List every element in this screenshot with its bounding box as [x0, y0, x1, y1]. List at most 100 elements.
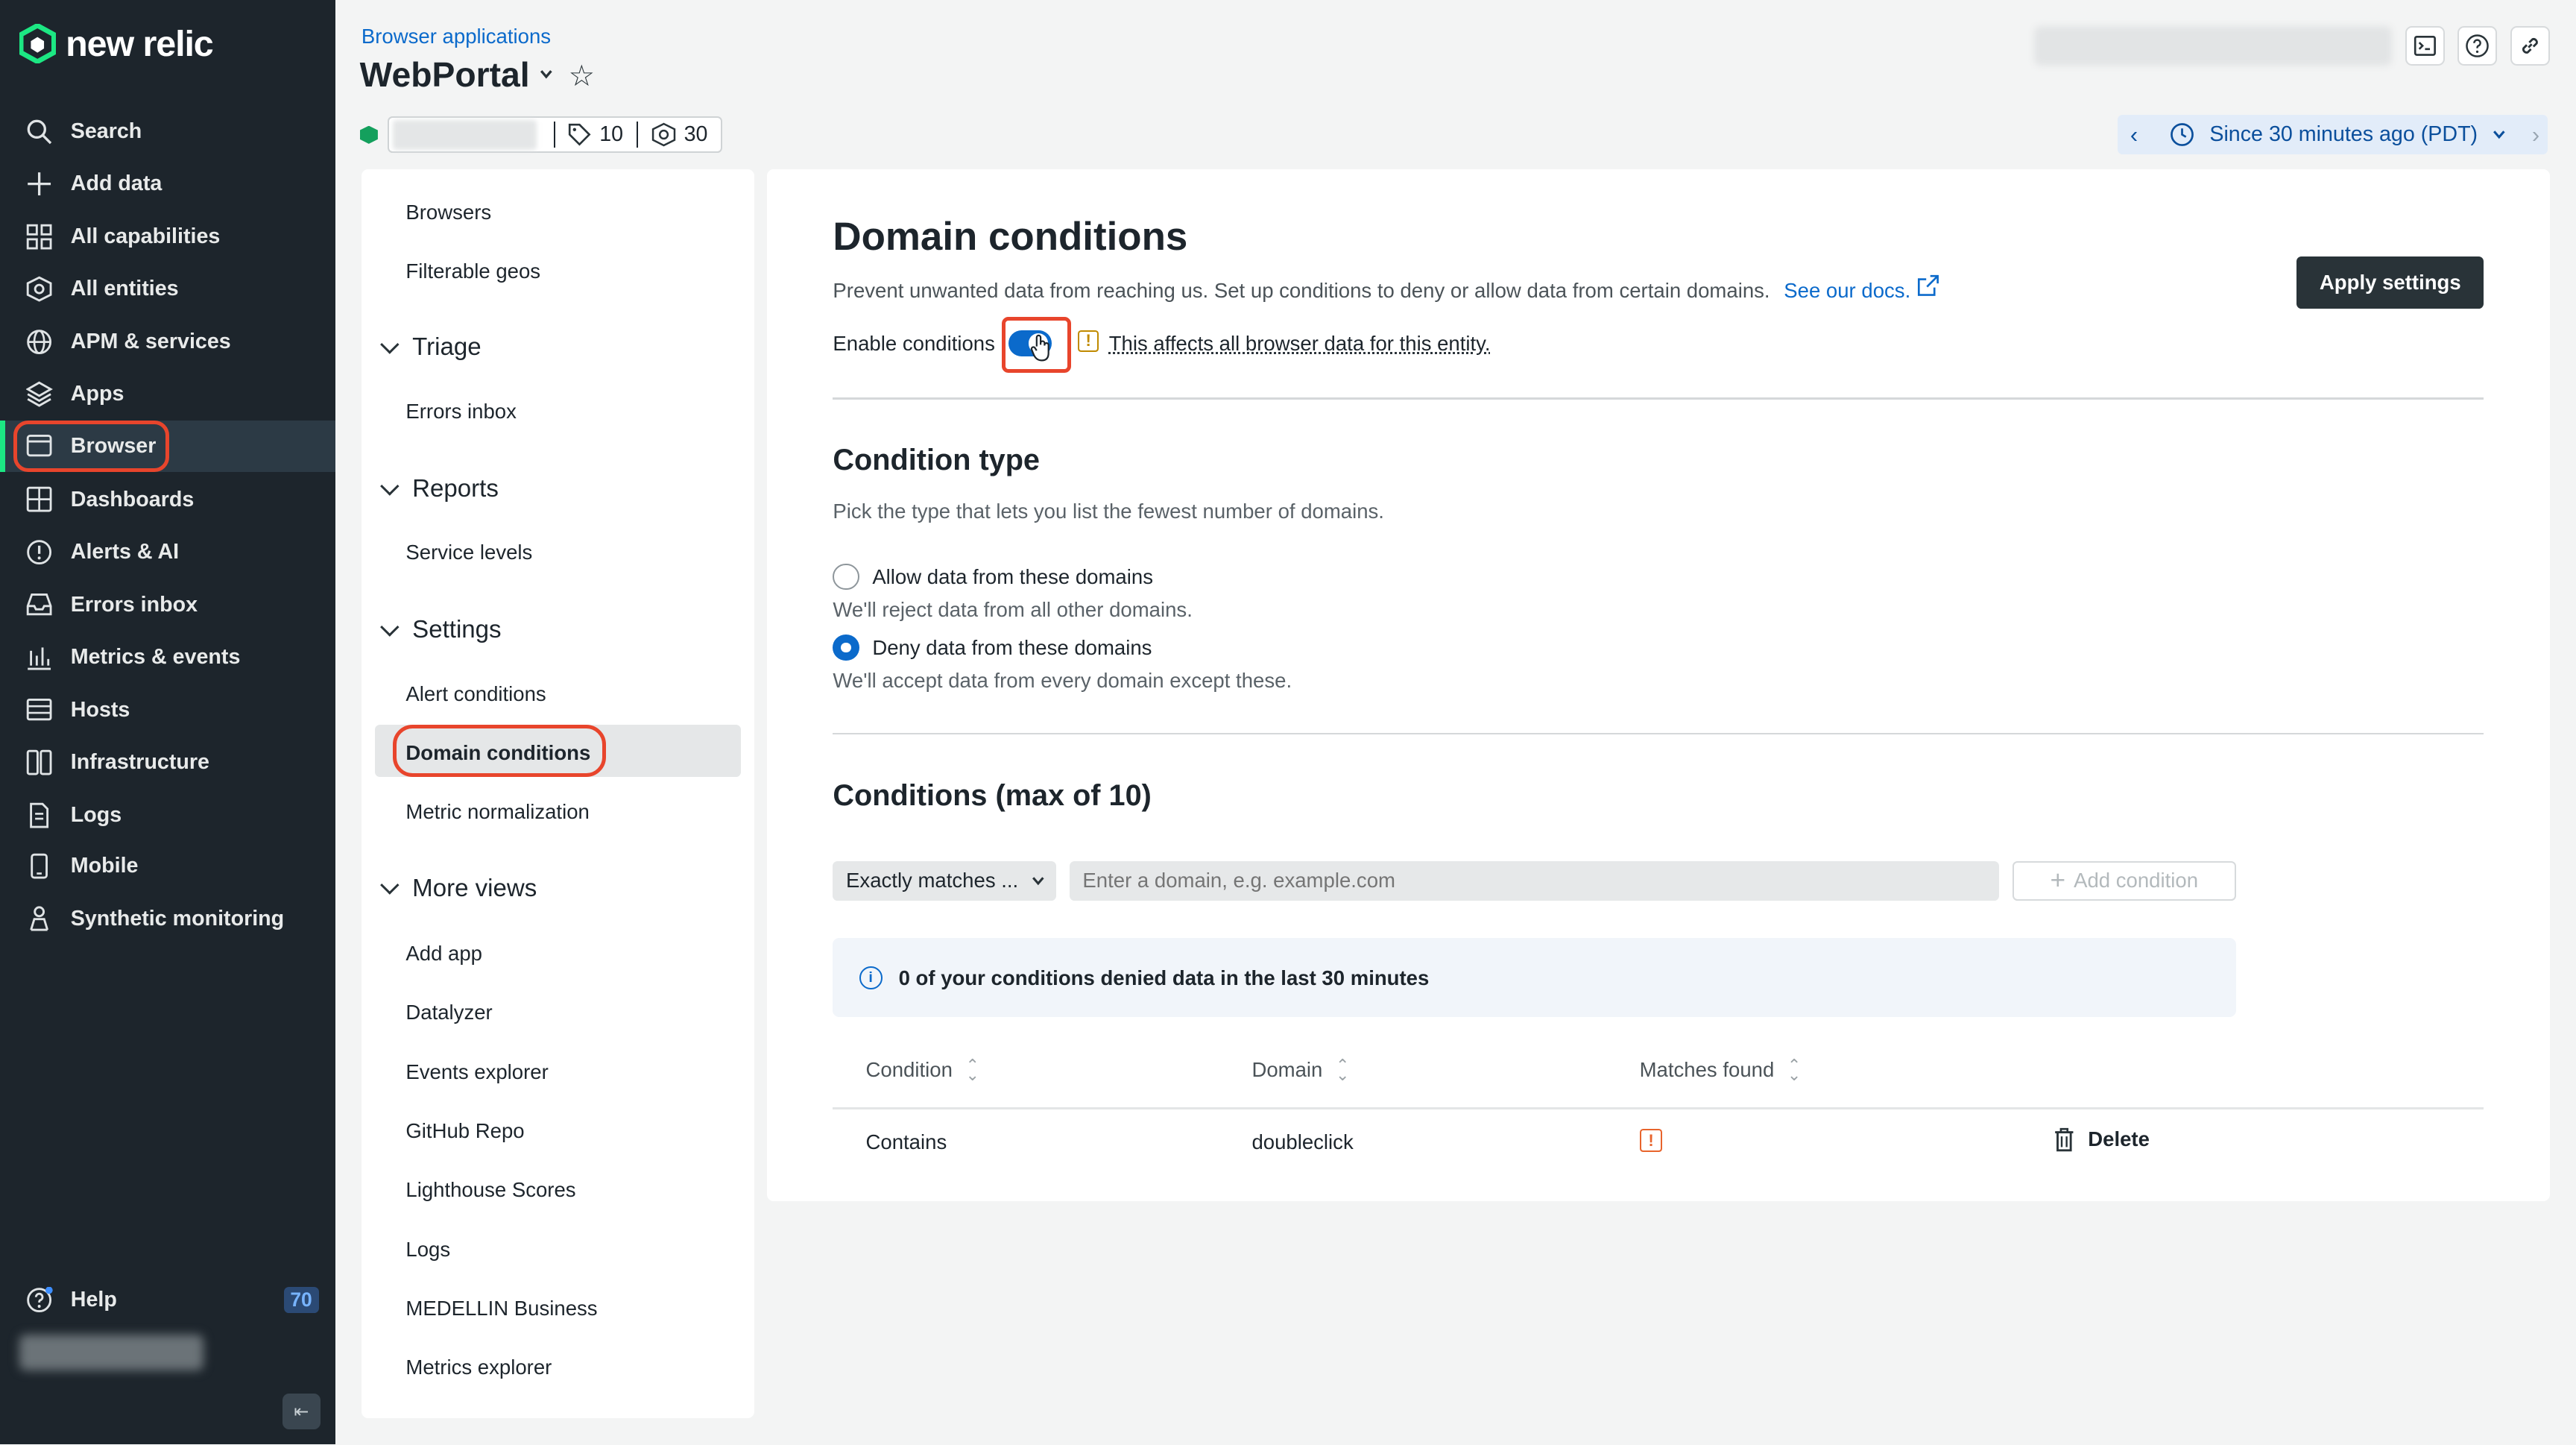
column-header-condition[interactable]: Condition ⌃ ⌄ [866, 1056, 979, 1085]
subnav-item-events-explorer[interactable]: Events explorer [405, 1060, 548, 1084]
chevron-down-icon [379, 875, 399, 895]
group-label: Reports [412, 474, 499, 503]
enable-conditions-label: Enable conditions [833, 332, 995, 356]
column-label: Domain [1251, 1058, 1323, 1082]
account-switcher[interactable] [2033, 26, 2393, 66]
delete-condition-button[interactable]: Delete [2053, 1127, 2150, 1152]
description-text: Prevent unwanted data from reaching us. … [833, 278, 1770, 302]
domain-conditions-panel: Domain conditions Prevent unwanted data … [767, 169, 2550, 1202]
subnav-item-medellin-business[interactable]: MEDELLIN Business [405, 1297, 597, 1320]
delete-label: Delete [2088, 1127, 2150, 1151]
global-nav: new relic Search Add data All capabiliti… [0, 0, 335, 1445]
browser-subnav: Browsers Filterable geos Triage Errors i… [361, 169, 754, 1419]
time-back-icon[interactable]: ‹ [2118, 122, 2150, 148]
nav-item-label: Metrics & events [70, 645, 241, 670]
allow-domains-radio[interactable] [833, 563, 859, 591]
nav-item-metrics-events[interactable]: Metrics & events [0, 633, 335, 682]
query-console-button[interactable] [2405, 26, 2445, 66]
nav-item-all-entities[interactable]: All entities [0, 265, 335, 314]
globe-icon [27, 329, 52, 354]
subnav-item-add-app[interactable]: Add app [405, 942, 482, 966]
sort-icon: ⌃ ⌄ [965, 1056, 979, 1085]
subnav-item-errors-inbox[interactable]: Errors inbox [405, 400, 517, 424]
warning-text[interactable]: This affects all browser data for this e… [1109, 332, 1491, 356]
deny-domains-label[interactable]: Deny data from these domains [872, 636, 1152, 660]
apply-settings-button[interactable]: Apply settings [2296, 256, 2484, 309]
subnav-group-triage[interactable]: Triage [378, 333, 482, 362]
divider [833, 732, 2484, 735]
allow-domains-label[interactable]: Allow data from these domains [872, 565, 1153, 589]
nav-item-all-capabilities[interactable]: All capabilities [0, 212, 335, 261]
subnav-item-datalyzer[interactable]: Datalyzer [405, 1001, 492, 1024]
highlight-domain-conditions [392, 724, 607, 778]
nav-item-mobile[interactable]: Mobile [0, 841, 335, 890]
info-banner: i 0 of your conditions denied data in th… [833, 938, 2236, 1018]
subnav-group-settings[interactable]: Settings [378, 616, 502, 644]
subnav-item-browsers[interactable]: Browsers [405, 201, 491, 224]
nav-item-infrastructure[interactable]: Infrastructure [0, 738, 335, 787]
column-label: Matches found [1639, 1058, 1775, 1082]
add-condition-button[interactable]: + Add condition [2012, 860, 2236, 901]
warning-icon: ! [1077, 330, 1099, 352]
new-relic-logo-icon [19, 24, 56, 64]
nav-item-hosts[interactable]: Hosts [0, 685, 335, 734]
link-icon [2522, 38, 2538, 54]
subnav-item-metrics-explorer[interactable]: Metrics explorer [405, 1356, 552, 1379]
page-title[interactable]: WebPortal [360, 54, 553, 95]
chevron-down-icon [2493, 130, 2505, 139]
time-picker[interactable]: ‹ Since 30 minutes ago (PDT) › [2117, 115, 2548, 155]
logs-icon [30, 802, 49, 828]
deny-domains-radio[interactable] [833, 634, 859, 661]
subnav-item-github-repo[interactable]: GitHub Repo [405, 1119, 524, 1143]
nav-item-search[interactable]: Search [0, 107, 335, 156]
user-menu[interactable] [19, 1334, 204, 1371]
entities-icon [27, 276, 52, 302]
entity-name: WebPortal [359, 54, 530, 94]
entity-tags-bar[interactable]: 10 30 [388, 116, 723, 153]
collapse-nav-button[interactable]: ⇤ [282, 1393, 321, 1430]
nav-item-alerts-ai[interactable]: Alerts & AI [0, 527, 335, 576]
page-description: Prevent unwanted data from reaching us. … [833, 274, 1939, 303]
new-relic-logo[interactable]: new relic [19, 23, 214, 65]
deny-domains-help: We'll accept data from every domain exce… [833, 669, 1292, 693]
subnav-item-alert-conditions[interactable]: Alert conditions [405, 682, 546, 706]
favorite-star-icon[interactable]: ☆ [569, 59, 596, 93]
mobile-icon [31, 853, 48, 879]
subnav-item-logs[interactable]: Logs [405, 1238, 450, 1262]
tag-icon [569, 124, 591, 146]
external-link-icon [1917, 274, 1939, 296]
domain-input[interactable] [1069, 860, 2000, 901]
subnav-group-reports[interactable]: Reports [378, 475, 499, 503]
subnav-item-metric-normalization[interactable]: Metric normalization [405, 800, 589, 824]
cell-condition: Contains [865, 1130, 947, 1154]
subnav-item-lighthouse-scores[interactable]: Lighthouse Scores [405, 1178, 575, 1202]
column-header-domain[interactable]: Domain ⌃ ⌄ [1251, 1057, 1349, 1083]
nav-item-errors-inbox[interactable]: Errors inbox [0, 580, 335, 629]
nav-item-apm-services[interactable]: APM & services [0, 317, 335, 366]
nav-item-logs[interactable]: Logs [0, 790, 335, 840]
breadcrumb[interactable]: Browser applications [362, 25, 551, 48]
health-status-icon [359, 125, 378, 144]
nav-item-help[interactable]: Help 70 [0, 1275, 335, 1324]
question-icon [2466, 34, 2489, 57]
docs-link[interactable]: See our docs. [1784, 274, 1939, 302]
match-type-select[interactable]: Exactly matches ... [833, 860, 1057, 901]
nav-item-label: Mobile [70, 853, 139, 878]
nav-item-apps[interactable]: Apps [0, 370, 335, 419]
docs-link-text: See our docs. [1784, 278, 1911, 302]
nav-item-add-data[interactable]: Add data [0, 160, 335, 209]
nav-item-dashboards[interactable]: Dashboards [0, 475, 335, 524]
cell-domain: doubleclick [1251, 1130, 1354, 1154]
time-forward-icon[interactable]: › [2532, 122, 2539, 148]
nav-item-synthetic-monitoring[interactable]: Synthetic monitoring [0, 894, 335, 943]
nav-item-label: Logs [70, 802, 122, 827]
conditions-heading: Conditions (max of 10) [833, 778, 1152, 812]
related-count: 30 [684, 122, 708, 147]
copy-link-button[interactable] [2510, 26, 2550, 66]
column-header-matches-found[interactable]: Matches found ⌃ ⌄ [1639, 1057, 1802, 1083]
allow-domains-help: We'll reject data from all other domains… [833, 598, 1193, 622]
subnav-item-service-levels[interactable]: Service levels [405, 541, 532, 564]
subnav-item-filterable-geos[interactable]: Filterable geos [405, 259, 540, 283]
help-button[interactable] [2457, 26, 2498, 66]
subnav-group-more-views[interactable]: More views [378, 875, 537, 903]
